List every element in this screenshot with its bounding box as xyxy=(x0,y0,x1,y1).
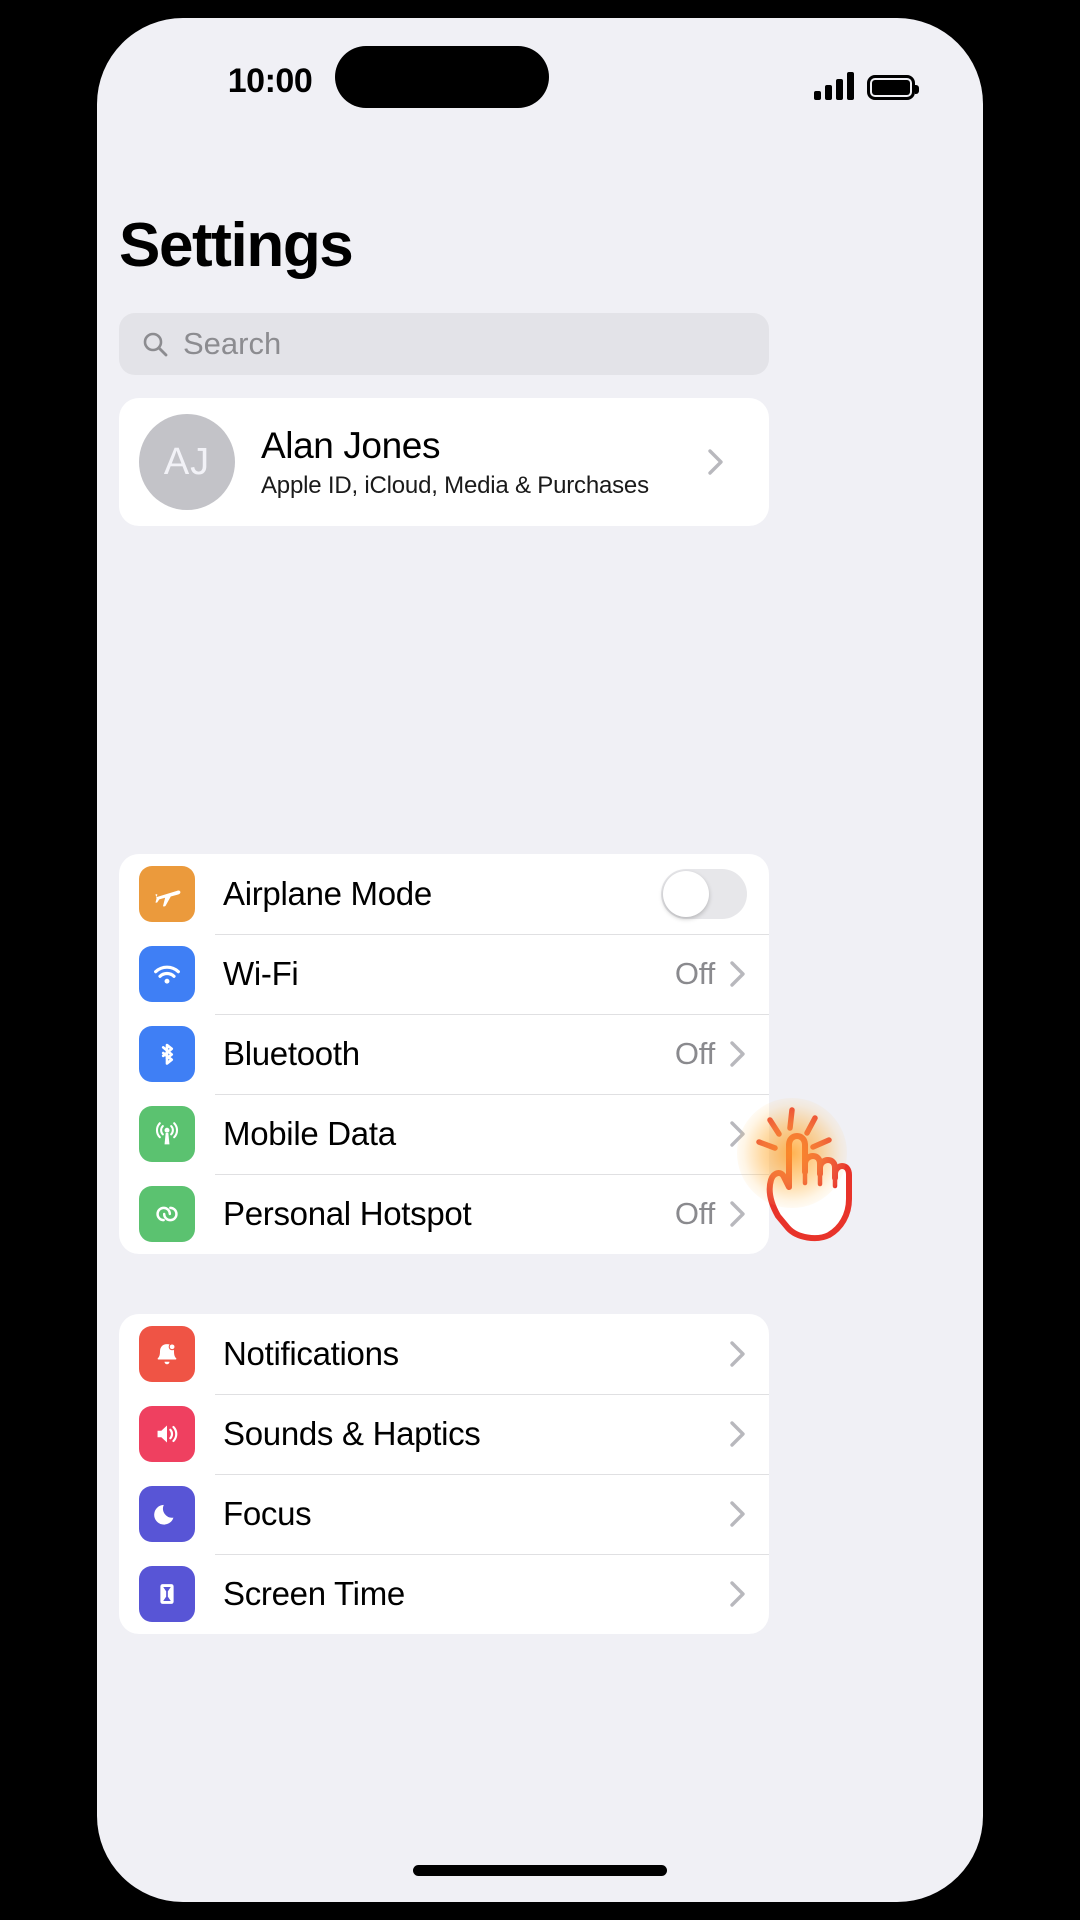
settings-group-connectivity: Airplane Mode Wi-Fi Off Bluetooth Off Mo… xyxy=(119,854,769,1254)
row-value: Off xyxy=(674,956,715,991)
settings-group-system: Notifications Sounds & Haptics Focus Scr… xyxy=(119,1314,769,1634)
phone-frame: 10:00 Settings Search AJ Alan Jones Appl… xyxy=(97,18,983,1902)
hotspot-link-icon xyxy=(139,1186,195,1242)
settings-row-wifi[interactable]: Wi-Fi Off xyxy=(119,934,769,1014)
home-indicator[interactable] xyxy=(413,1865,667,1876)
settings-row-focus[interactable]: Focus xyxy=(119,1474,769,1554)
wifi-icon xyxy=(139,946,195,1002)
row-label: Mobile Data xyxy=(223,1115,396,1152)
settings-row-notifications[interactable]: Notifications xyxy=(119,1314,769,1394)
chevron-right-icon xyxy=(729,1039,747,1069)
chevron-right-icon xyxy=(729,959,747,989)
apple-id-text: Alan Jones Apple ID, iCloud, Media & Pur… xyxy=(261,424,707,500)
row-label: Notifications xyxy=(223,1335,399,1372)
chevron-right-icon xyxy=(707,447,725,477)
settings-row-mobile-data[interactable]: Mobile Data xyxy=(119,1094,769,1174)
account-subtitle: Apple ID, iCloud, Media & Purchases xyxy=(261,471,649,499)
chevron-right-icon xyxy=(729,1119,747,1149)
speaker-icon xyxy=(139,1406,195,1462)
settings-row-bluetooth[interactable]: Bluetooth Off xyxy=(119,1014,769,1094)
row-label: Bluetooth xyxy=(223,1035,360,1072)
chevron-right-icon xyxy=(729,1339,747,1369)
row-label: Airplane Mode xyxy=(223,875,432,912)
airplane-mode-toggle[interactable] xyxy=(661,869,747,919)
bell-icon xyxy=(139,1326,195,1382)
page-title: Settings xyxy=(119,211,354,280)
chevron-right-icon xyxy=(729,1579,747,1609)
apple-id-row[interactable]: AJ Alan Jones Apple ID, iCloud, Media & … xyxy=(119,398,769,526)
moon-icon xyxy=(139,1486,195,1542)
row-label: Screen Time xyxy=(223,1575,405,1612)
avatar: AJ xyxy=(139,414,235,510)
chevron-right-icon xyxy=(729,1199,747,1229)
row-label: Focus xyxy=(223,1495,312,1532)
account-name: Alan Jones xyxy=(261,425,441,467)
settings-row-screen-time[interactable]: Screen Time xyxy=(119,1554,769,1634)
apple-id-card[interactable]: AJ Alan Jones Apple ID, iCloud, Media & … xyxy=(119,398,769,526)
settings-row-airplane-mode[interactable]: Airplane Mode xyxy=(119,854,769,934)
status-indicators xyxy=(814,60,919,100)
search-placeholder: Search xyxy=(183,326,282,361)
settings-row-sounds-haptics[interactable]: Sounds & Haptics xyxy=(119,1394,769,1474)
row-label: Personal Hotspot xyxy=(223,1195,472,1232)
cellular-antenna-icon xyxy=(139,1106,195,1162)
search-icon xyxy=(141,330,169,358)
row-label: Wi-Fi xyxy=(223,955,299,992)
status-time: 10:00 xyxy=(227,62,313,100)
battery-full-icon xyxy=(867,75,919,100)
status-bar: 10:00 xyxy=(97,18,983,136)
bluetooth-icon xyxy=(139,1026,195,1082)
row-value: Off xyxy=(674,1196,715,1231)
settings-row-personal-hotspot[interactable]: Personal Hotspot Off xyxy=(119,1174,769,1254)
screenshot-stage: 10:00 Settings Search AJ Alan Jones Appl… xyxy=(0,0,1080,1920)
hourglass-icon xyxy=(139,1566,195,1622)
row-label: Sounds & Haptics xyxy=(223,1415,481,1452)
row-value: Off xyxy=(674,1036,715,1071)
airplane-icon xyxy=(139,866,195,922)
dynamic-island xyxy=(335,46,549,108)
search-input[interactable]: Search xyxy=(119,313,769,375)
chevron-right-icon xyxy=(729,1499,747,1529)
chevron-right-icon xyxy=(729,1419,747,1449)
settings-scroll-view[interactable]: Settings Search AJ Alan Jones Apple ID, … xyxy=(97,136,983,1902)
cellular-signal-icon xyxy=(814,72,854,100)
